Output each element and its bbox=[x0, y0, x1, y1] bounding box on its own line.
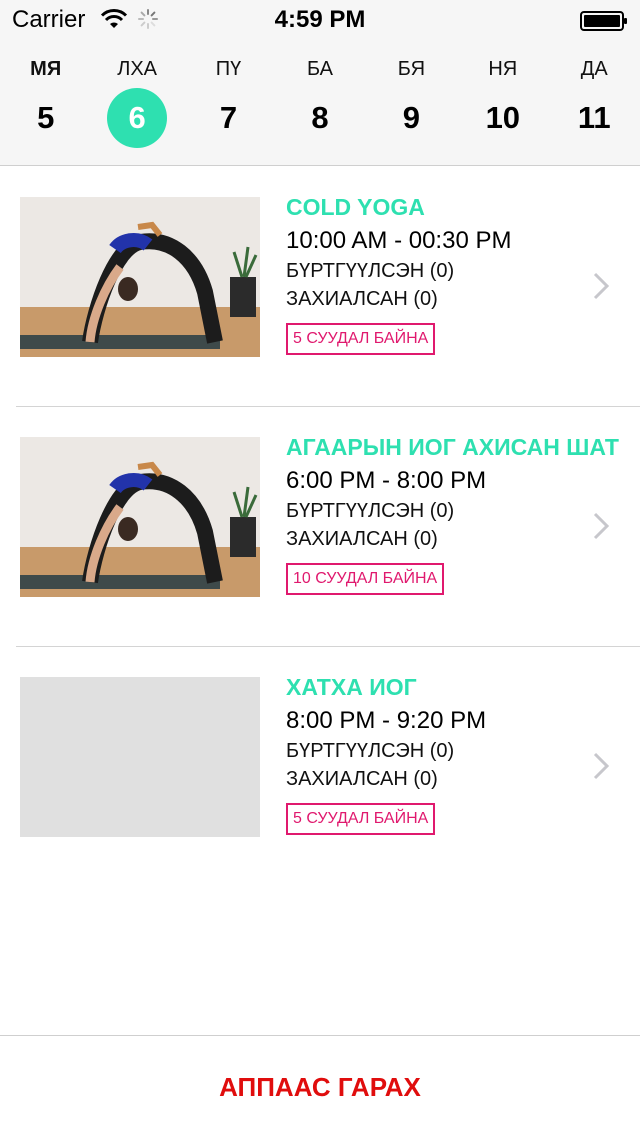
class-title: COLD YOGA bbox=[286, 194, 425, 220]
booked-count: ЗАХИАЛСАН (0) bbox=[286, 288, 438, 310]
header: Carrier 4:59 PM МЯ 5 ЛХА 6 ПҮ 7 БА 8 БЯ … bbox=[0, 0, 640, 166]
class-time: 10:00 AM - 00:30 PM bbox=[286, 227, 512, 254]
day-name: БЯ bbox=[397, 58, 426, 80]
day-item[interactable]: ДА 11 bbox=[554, 56, 634, 152]
day-item[interactable]: ПҮ 7 bbox=[189, 56, 269, 152]
seats-badge: 5 СУУДАЛ БАЙНА bbox=[286, 323, 436, 355]
day-name: МЯ bbox=[30, 58, 62, 80]
day-name: ПҮ bbox=[215, 58, 242, 80]
day-number: 6 bbox=[107, 88, 168, 148]
class-list: COLD YOGA 10:00 AM - 00:30 PM БҮРТГҮҮЛСЭ… bbox=[0, 167, 640, 887]
status-bar: Carrier 4:59 PM bbox=[0, 0, 640, 40]
chevron-right-icon bbox=[593, 272, 610, 300]
registered-count: БҮРТГҮҮЛСЭН (0) bbox=[286, 500, 455, 522]
class-info: АГААРЫН ИОГ АХИСАН ШАТ 6:00 PM - 8:00 PM… bbox=[286, 431, 619, 595]
class-thumbnail bbox=[20, 197, 260, 357]
booked-count: ЗАХИАЛСАН (0) bbox=[286, 528, 438, 550]
seats-badge: 5 СУУДАЛ БАЙНА bbox=[286, 803, 436, 835]
class-row[interactable]: АГААРЫН ИОГ АХИСАН ШАТ 6:00 PM - 8:00 PM… bbox=[16, 407, 640, 647]
day-item-selected[interactable]: ЛХА 6 bbox=[97, 56, 177, 152]
yoga-photo-icon bbox=[20, 437, 260, 597]
seats-badge: 10 СУУДАЛ БАЙНА bbox=[286, 563, 445, 595]
class-thumbnail bbox=[20, 437, 260, 597]
class-row[interactable]: COLD YOGA 10:00 AM - 00:30 PM БҮРТГҮҮЛСЭ… bbox=[16, 167, 640, 407]
class-title: ХАТХА ИОГ bbox=[286, 674, 417, 700]
day-item[interactable]: БЯ 9 bbox=[371, 56, 451, 152]
day-name: НЯ bbox=[488, 58, 518, 80]
booked-count: ЗАХИАЛСАН (0) bbox=[286, 768, 438, 790]
day-name: ЛХА bbox=[117, 58, 158, 80]
chevron-right-icon bbox=[593, 512, 610, 540]
class-info: ХАТХА ИОГ 8:00 PM - 9:20 PM БҮРТГҮҮЛСЭН … bbox=[286, 671, 586, 835]
class-time: 8:00 PM - 9:20 PM bbox=[286, 707, 487, 734]
class-row[interactable]: ХАТХА ИОГ 8:00 PM - 9:20 PM БҮРТГҮҮЛСЭН … bbox=[16, 647, 640, 887]
registered-count: БҮРТГҮҮЛСЭН (0) bbox=[286, 740, 455, 762]
class-info: COLD YOGA 10:00 AM - 00:30 PM БҮРТГҮҮЛСЭ… bbox=[286, 191, 586, 355]
day-number: 8 bbox=[311, 100, 329, 135]
day-item[interactable]: БА 8 bbox=[280, 56, 360, 152]
day-name: БА bbox=[306, 58, 333, 80]
day-number: 11 bbox=[577, 100, 611, 135]
day-number: 10 bbox=[485, 100, 521, 135]
day-number: 7 bbox=[219, 100, 238, 135]
battery-icon bbox=[580, 11, 627, 31]
week-day-selector: МЯ 5 ЛХА 6 ПҮ 7 БА 8 БЯ 9 НЯ 10 ДА 11 bbox=[0, 56, 640, 152]
class-title: АГААРЫН ИОГ АХИСАН ШАТ bbox=[286, 434, 619, 460]
day-number: 5 bbox=[37, 100, 55, 135]
chevron-right-icon bbox=[593, 752, 610, 780]
day-number: 9 bbox=[402, 100, 421, 135]
registered-count: БҮРТГҮҮЛСЭН (0) bbox=[286, 260, 455, 282]
clock: 4:59 PM bbox=[274, 6, 366, 33]
footer: АППААС ГАРАХ bbox=[0, 1035, 640, 1136]
day-item[interactable]: МЯ 5 bbox=[6, 56, 86, 152]
logout-button[interactable]: АППААС ГАРАХ bbox=[0, 1072, 640, 1103]
day-name: ДА bbox=[580, 58, 608, 80]
day-item[interactable]: НЯ 10 bbox=[463, 56, 543, 152]
yoga-photo-icon bbox=[20, 197, 260, 357]
class-time: 6:00 PM - 8:00 PM bbox=[286, 467, 487, 494]
class-thumbnail-placeholder bbox=[20, 677, 260, 837]
